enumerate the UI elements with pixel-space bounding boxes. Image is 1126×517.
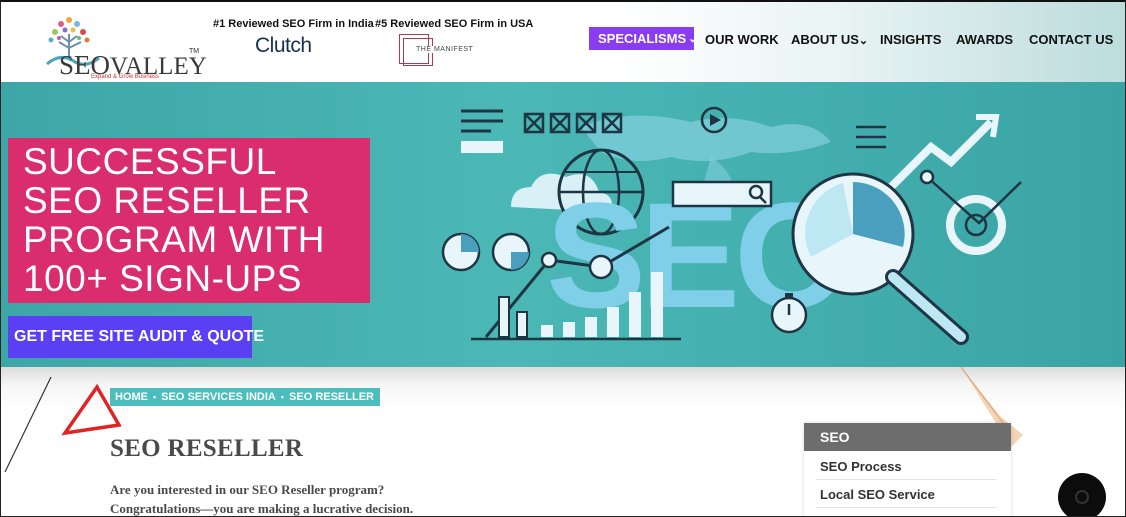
manifest-badge[interactable]: THE MANIFEST <box>399 34 481 66</box>
logo-trademark: TM <box>189 48 200 55</box>
hero-title-box: SUCCESSFUL SEO RESELLER PROGRAM WITH 100… <box>8 138 370 303</box>
sidebar-divider <box>816 479 996 480</box>
nav-about-us-label: ABOUT US <box>791 32 859 47</box>
intro-paragraph: Are you interested in our SEO Reseller p… <box>110 482 414 516</box>
breadcrumb-separator: • <box>153 392 157 402</box>
hero-title: SUCCESSFUL SEO RESELLER PROGRAM WITH 100… <box>23 141 325 299</box>
sidebar-menu: SEO SEO Process Local SEO Service <box>804 423 1011 516</box>
sidebar-heading[interactable]: SEO <box>804 423 1011 451</box>
nav-insights[interactable]: INSIGHTS <box>880 32 941 47</box>
award-usa-label: #5 Reviewed SEO Firm in USA <box>375 18 534 30</box>
logo-tagline: Expand & Grow Business <box>91 74 160 80</box>
page-title: SEO RESELLER <box>110 435 304 462</box>
chevron-down-icon: ⌄ <box>688 33 698 45</box>
clutch-badge-text: Clutch <box>255 34 312 57</box>
content-area: HOME • SEO SERVICES INDIA • SEO RESELLER… <box>1 367 1125 516</box>
nav-our-work[interactable]: OUR WORK <box>705 32 779 47</box>
page-frame: SEOVALLEY TM Expand & Grow Business #1 R… <box>0 0 1126 517</box>
breadcrumb-separator: • <box>280 392 285 402</box>
nav-contact-us[interactable]: CONTACT US <box>1029 32 1113 47</box>
seo-illustration: SEO <box>441 106 1022 345</box>
clutch-badge[interactable]: Clutch <box>255 34 312 58</box>
site-header: SEOVALLEY TM Expand & Grow Business #1 R… <box>1 2 1125 82</box>
chat-button[interactable] <box>1058 473 1106 516</box>
award-india-label: #1 Reviewed SEO Firm in India <box>213 18 374 30</box>
nav-about-us[interactable]: ABOUT US⌄ <box>791 32 868 47</box>
sidebar-link-local-seo[interactable]: Local SEO Service <box>820 487 935 502</box>
hero-banner: SUCCESSFUL SEO RESELLER PROGRAM WITH 100… <box>1 82 1125 367</box>
breadcrumb-home[interactable]: HOME <box>115 391 148 403</box>
chevron-down-icon: ⌄ <box>858 35 869 47</box>
chat-icon <box>1075 490 1089 504</box>
breadcrumb-current: SEO RESELLER <box>289 391 374 403</box>
free-site-audit-button[interactable]: GET FREE SITE AUDIT & QUOTE <box>8 316 264 358</box>
sidebar-link-seo-process[interactable]: SEO Process <box>820 459 902 474</box>
sidebar-divider <box>816 507 996 508</box>
breadcrumb-seo-services-india[interactable]: SEO SERVICES INDIA <box>161 391 276 403</box>
nav-awards[interactable]: AWARDS <box>956 32 1013 47</box>
nav-specialisms-label: SPECIALISMS <box>598 31 687 46</box>
site-logo[interactable]: SEOVALLEY TM Expand & Grow Business <box>37 12 207 82</box>
breadcrumb: HOME • SEO SERVICES INDIA • SEO RESELLER <box>110 388 380 406</box>
nav-specialisms[interactable]: SPECIALISMS ⌄ <box>589 27 698 50</box>
decorative-line <box>4 376 52 473</box>
manifest-badge-text: THE MANIFEST <box>415 46 475 53</box>
